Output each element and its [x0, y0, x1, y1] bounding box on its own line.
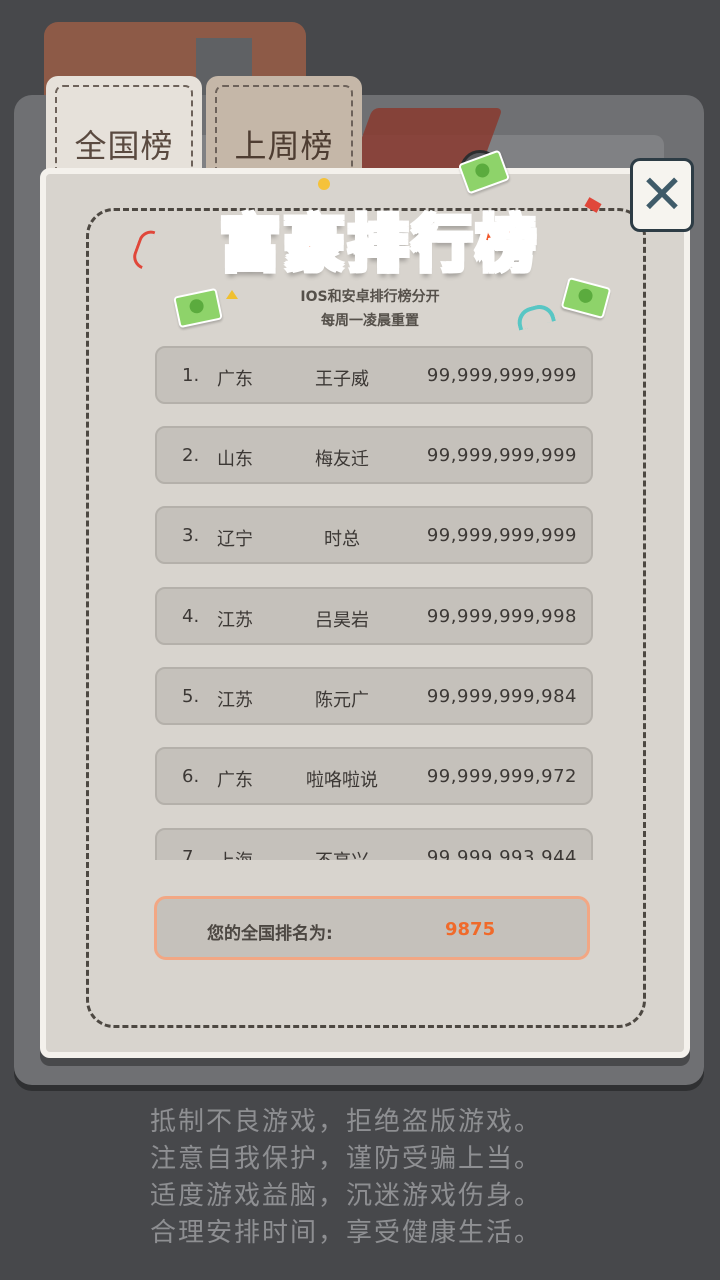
- score: 99,999,999,998: [426, 606, 577, 627]
- province: 江苏: [217, 690, 253, 711]
- page-title: 富豪排行榜: [219, 209, 540, 282]
- player-name: 啦咯啦说: [306, 770, 378, 791]
- player-name: 梅友迁: [315, 449, 369, 470]
- my-rank-value: 9875: [445, 919, 496, 940]
- player-name: 时总: [324, 529, 360, 550]
- province: 辽宁: [217, 529, 253, 550]
- rank-number: 6.: [182, 766, 200, 787]
- ranking-row: 3. 辽宁 时总 99,999,999,999: [155, 506, 593, 564]
- score: 99,999,999,999: [426, 525, 577, 546]
- player-name: 吕昊岩: [315, 610, 369, 631]
- province: 广东: [217, 369, 253, 390]
- rank-number: 1.: [182, 365, 200, 386]
- health-notice: 抵制不良游戏，拒绝盗版游戏。 注意自我保护，谨防受骗上当。 适度游戏益脑，沉迷游…: [150, 1104, 600, 1252]
- rank-number: 7.: [182, 847, 200, 860]
- my-rank-box: 您的全国排名为: 9875: [154, 896, 590, 960]
- close-icon: ✕: [639, 163, 685, 226]
- confetti-icon: [318, 178, 330, 190]
- ranking-list[interactable]: 1. 广东 王子威 99,999,999,999 2. 山东 梅友迁 99,99…: [150, 340, 598, 860]
- player-name: 不高兴: [277, 847, 407, 860]
- province: 江苏: [217, 610, 253, 631]
- score: 99,999,999,984: [426, 686, 577, 707]
- score: 99,999,993,944: [426, 847, 577, 860]
- ranking-row: 5. 江苏 陈元广 99,999,999,984: [155, 667, 593, 725]
- notice-line: 抵制不良游戏，拒绝盗版游戏。: [150, 1107, 543, 1137]
- province: 山东: [217, 449, 253, 470]
- score: 99,999,999,999: [426, 445, 577, 466]
- ranking-row: 7. 上海 不高兴 99,999,993,944: [155, 828, 593, 860]
- rank-number: 5.: [182, 686, 200, 707]
- player-name: 陈元广: [315, 690, 369, 711]
- close-button[interactable]: ✕: [630, 158, 694, 232]
- subtitle-line-2: 每周一凌晨重置: [321, 313, 419, 329]
- province: 上海: [217, 847, 253, 860]
- my-rank-label: 您的全国排名为:: [207, 924, 333, 944]
- notice-line: 合理安排时间，享受健康生活。: [150, 1218, 543, 1248]
- province: 广东: [217, 770, 253, 791]
- ranking-row: 4. 江苏 吕昊岩 99,999,999,998: [155, 587, 593, 645]
- score: 99,999,999,972: [426, 766, 577, 787]
- score: 99,999,999,999: [426, 365, 577, 386]
- subtitle-line-1: IOS和安卓排行榜分开: [300, 289, 440, 305]
- ranking-row: 1. 广东 王子威 99,999,999,999: [155, 346, 593, 404]
- player-name: 王子威: [315, 369, 369, 390]
- confetti-icon: [226, 290, 238, 299]
- rank-number: 4.: [182, 606, 200, 627]
- ranking-row: 2. 山东 梅友迁 99,999,999,999: [155, 426, 593, 484]
- notice-line: 注意自我保护，谨防受骗上当。: [150, 1144, 543, 1174]
- rank-number: 2.: [182, 445, 200, 466]
- ranking-row: 6. 广东 啦咯啦说 99,999,999,972: [155, 747, 593, 805]
- notice-line: 适度游戏益脑，沉迷游戏伤身。: [150, 1181, 543, 1211]
- rank-number: 3.: [182, 525, 200, 546]
